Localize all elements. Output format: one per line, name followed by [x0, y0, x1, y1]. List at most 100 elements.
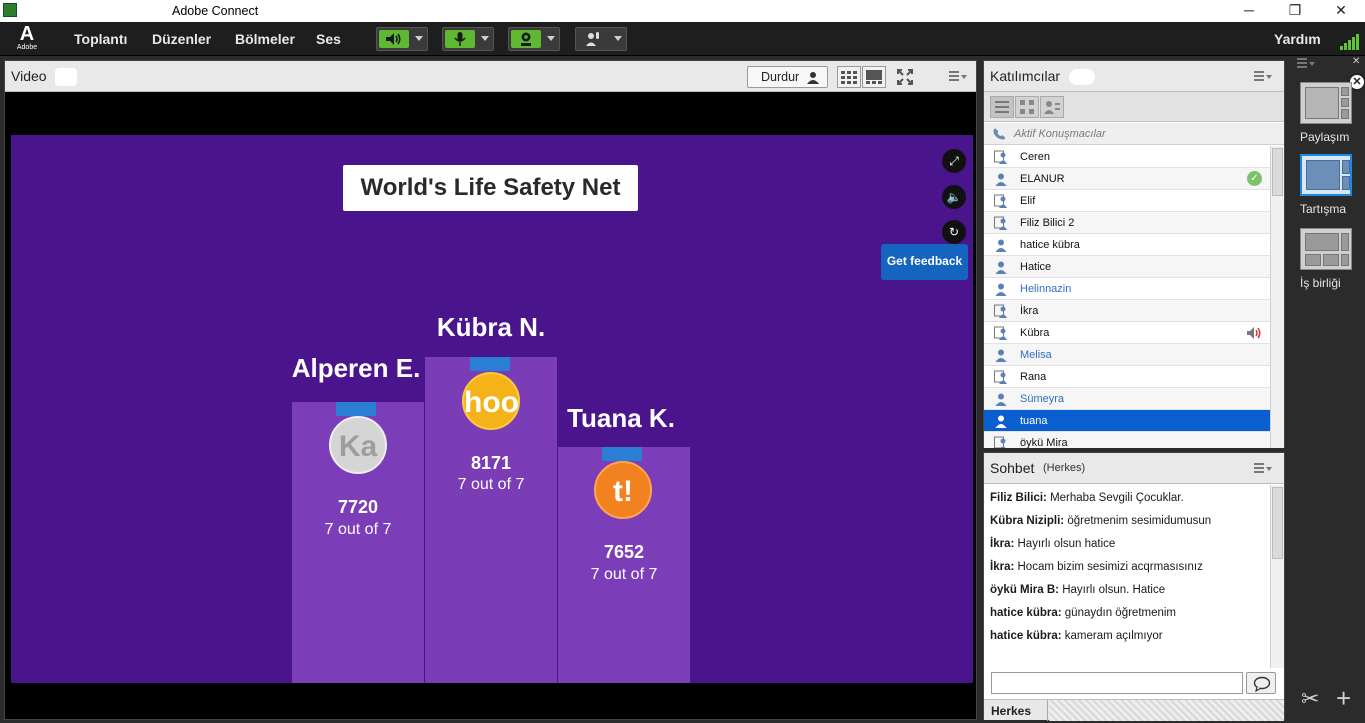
microphone-button[interactable] [442, 27, 494, 51]
chat-sender: İkra: [990, 561, 1015, 573]
layouts-collapse-icon[interactable]: ✕ [1352, 56, 1360, 67]
medal-ribbon [470, 357, 510, 371]
participant-row[interactable]: İkra [984, 300, 1270, 322]
window-title: Adobe Connect [172, 4, 259, 18]
check-icon: ✓ [1247, 171, 1262, 186]
participant-row[interactable]: Hatice [984, 256, 1270, 278]
status-dropdown-icon[interactable] [614, 36, 622, 41]
participant-row[interactable]: Melisa [984, 344, 1270, 366]
menu-duzenler[interactable]: Düzenler [152, 31, 211, 47]
attendee-view-icon[interactable] [1040, 96, 1064, 118]
breakout-icon[interactable] [1015, 96, 1039, 118]
chat-input[interactable] [991, 672, 1243, 694]
chat-message: hatice kübra: kameram açılmıyor [990, 630, 1163, 642]
participants-scroll-thumb[interactable] [1272, 148, 1283, 196]
user-icon [994, 414, 1008, 428]
menu-ses[interactable]: Ses [316, 31, 341, 47]
participants-pod: Katılımcılar Aktif Konuşmacılar Ceren ELA… [983, 60, 1285, 448]
grid-layout-icon[interactable] [837, 66, 861, 88]
add-layout-icon[interactable]: + [1336, 683, 1351, 714]
get-feedback-button[interactable]: Get feedback [881, 244, 968, 280]
participant-name: Sümeyra [1020, 393, 1065, 405]
participants-list: Ceren ELANUR ✓ Elif Filiz Bilici 2 hatice küb… [984, 146, 1270, 448]
redacted-surname [1040, 193, 1086, 208]
restore-button[interactable]: ❐ [1272, 0, 1318, 22]
camera-button[interactable] [508, 27, 560, 51]
menu-toplanti[interactable]: Toplantı [74, 31, 127, 47]
person-icon [807, 72, 819, 84]
podium-center-name: Kübra N. [436, 312, 546, 342]
microphone-icon [445, 30, 475, 48]
participant-name: Hatice [1020, 261, 1052, 273]
layout-is-birligi-label: İş birliği [1300, 276, 1341, 290]
send-message-button[interactable] [1246, 672, 1276, 694]
menu-bolmeler[interactable]: Bölmeler [235, 31, 295, 47]
medal-ribbon [336, 402, 376, 416]
filmstrip-layout-icon[interactable] [862, 66, 886, 88]
participant-name: tuana [1020, 415, 1048, 427]
close-window-button[interactable]: ✕ [1318, 0, 1364, 22]
speaker-dropdown-icon[interactable] [415, 36, 423, 41]
chat-menu-icon[interactable] [1254, 463, 1276, 477]
list-view-icon[interactable] [990, 96, 1014, 118]
podium-center-badge: hoo [462, 372, 520, 430]
stop-camera-button[interactable]: Durdur [747, 66, 828, 88]
fullscreen-icon[interactable] [896, 68, 914, 86]
app-icon [3, 3, 17, 17]
participant-row[interactable]: Filiz Bilici 2 [984, 212, 1270, 234]
participant-row[interactable]: Rana [984, 366, 1270, 388]
chat-sender: Filiz Bilici: [990, 492, 1047, 504]
participant-row[interactable]: hatice kübra [984, 234, 1270, 256]
podium-center-correct: 7 out of 7 [457, 476, 525, 493]
host-user-icon [994, 194, 1008, 208]
participants-scrollbar[interactable] [1270, 146, 1284, 448]
participant-name: hatice kübra [1020, 239, 1080, 251]
user-icon [994, 238, 1008, 252]
layout-is-birligi[interactable]: İş birliği [1300, 228, 1352, 290]
participant-name: Rana [1020, 371, 1047, 383]
podium-left-name: Alperen E. [291, 353, 421, 383]
user-icon [994, 392, 1008, 406]
chat-sender: hatice kübra: [990, 607, 1062, 619]
microphone-dropdown-icon[interactable] [481, 36, 489, 41]
raise-hand-button[interactable] [575, 27, 627, 51]
layout-tartisma[interactable]: Tartışma [1300, 154, 1352, 216]
participant-row[interactable]: Helinnazin [984, 278, 1270, 300]
host-user-icon [994, 150, 1008, 164]
chat-message: İkra: Hocam bizim sesimizi acqrmasısınız [990, 561, 1203, 573]
shared-video-stage: World's Life Safety Net ⤢ 🔈 ↻ Get feedba… [11, 135, 973, 683]
participants-header: Katılımcılar [984, 61, 1284, 92]
expand-icon[interactable]: ⤢ [942, 149, 966, 173]
chat-sender: İkra: [990, 538, 1015, 550]
participant-name: Kübra [1020, 327, 1050, 339]
host-user-icon [994, 216, 1008, 230]
stop-camera-label: Durdur [761, 70, 800, 84]
participant-row[interactable]: Sümeyra [984, 388, 1270, 410]
help-menu[interactable]: Yardım [1274, 31, 1321, 47]
participant-row[interactable]: ELANUR ✓ [984, 168, 1270, 190]
tools-icon[interactable]: ✂ [1301, 686, 1319, 712]
participants-menu-icon[interactable] [1254, 71, 1276, 85]
layout-paylasim[interactable]: Paylaşım [1300, 82, 1352, 144]
medal-ribbon [602, 447, 642, 461]
chat-target-selector[interactable]: Herkes [984, 700, 1048, 721]
participant-name: Helinnazin [1020, 283, 1072, 295]
podium-left-score: 7720 [337, 497, 379, 517]
participant-row[interactable]: Elif [984, 190, 1270, 212]
participant-row[interactable]: Kübra [984, 322, 1270, 344]
layouts-menu-icon[interactable] [1297, 58, 1319, 72]
participant-row[interactable]: Ceren [984, 146, 1270, 168]
camera-dropdown-icon[interactable] [547, 36, 555, 41]
speaker-button[interactable] [376, 27, 428, 51]
chat-scrollbar[interactable] [1270, 485, 1284, 668]
podium-left-badge: Ka [329, 416, 387, 474]
participant-row[interactable]: tuana [984, 410, 1270, 432]
video-pod-menu-icon[interactable] [949, 71, 971, 85]
minimize-button[interactable]: ─ [1226, 0, 1272, 22]
volume-icon[interactable]: 🔈 [942, 185, 966, 209]
chat-scroll-thumb[interactable] [1272, 487, 1283, 559]
refresh-icon[interactable]: ↻ [942, 220, 966, 244]
speaker-icon [379, 30, 409, 48]
active-speakers-label: Aktif Konuşmacılar [1014, 128, 1106, 140]
participant-row[interactable]: öykü Mira [984, 432, 1270, 448]
